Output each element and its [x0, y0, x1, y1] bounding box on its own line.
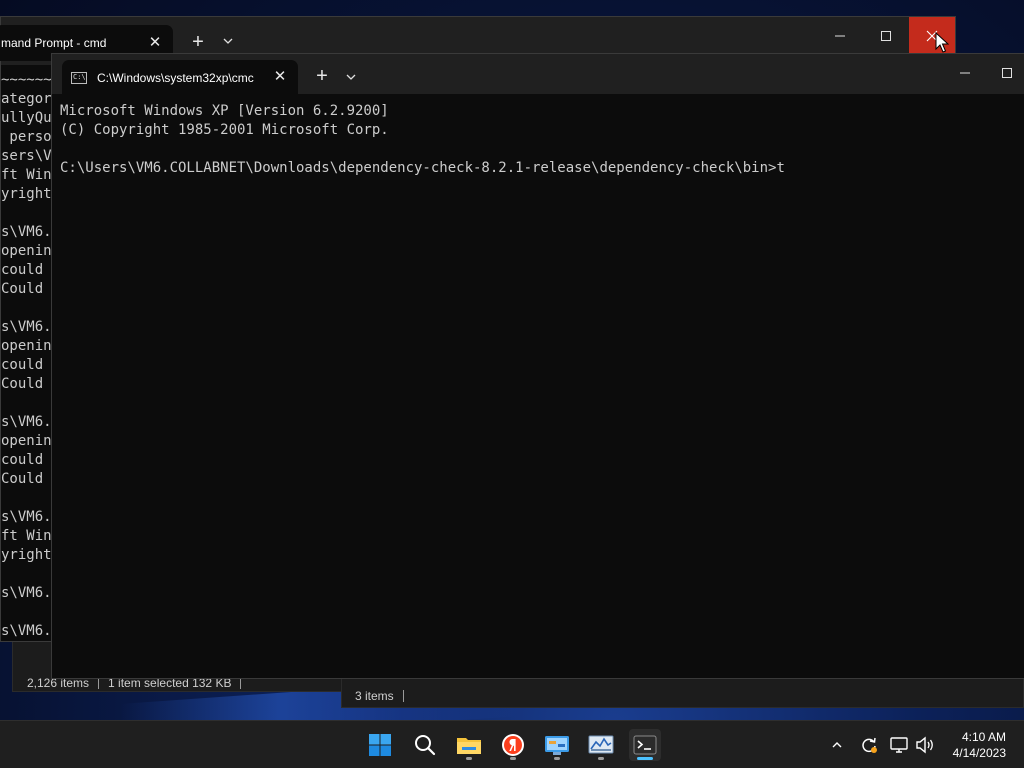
active-indicator	[637, 757, 653, 760]
running-indicator	[466, 757, 472, 760]
close-tab-icon[interactable]: ✕	[144, 32, 166, 54]
yandex-browser-icon[interactable]	[497, 729, 529, 761]
items-count: 3 items	[355, 689, 394, 703]
chevron-down-icon[interactable]	[345, 71, 357, 83]
tab-cmd[interactable]: C:\Windows\system32xp\cmc ✕	[62, 60, 298, 94]
network-icon[interactable]	[888, 733, 912, 757]
terminal-window-front[interactable]: C:\Windows\system32xp\cmc ✕ + Microsoft …	[51, 53, 1024, 679]
running-indicator	[598, 757, 604, 760]
maximize-button[interactable]	[863, 19, 909, 53]
cmd-icon	[71, 72, 87, 84]
terminal-line: Microsoft Windows XP [Version 6.2.9200]	[60, 103, 389, 119]
minimize-icon	[960, 72, 970, 74]
title-bar[interactable]: C:\Windows\system32xp\cmc ✕ +	[52, 54, 1024, 94]
running-indicator	[510, 757, 516, 760]
maximize-icon	[1001, 68, 1012, 78]
chevron-up-icon[interactable]	[825, 733, 849, 757]
terminal-line: (C) Copyright 1985-2001 Microsoft Corp.	[60, 122, 389, 138]
status-separator	[402, 690, 404, 702]
resource-monitor-icon[interactable]	[585, 729, 617, 761]
running-indicator	[554, 757, 560, 760]
explorer-status-bar-right: 3 items	[355, 689, 413, 703]
control-panel-icon[interactable]	[541, 729, 573, 761]
update-icon[interactable]	[857, 733, 881, 757]
maximize-button[interactable]	[988, 56, 1024, 90]
close-tab-icon[interactable]: ✕	[269, 66, 291, 88]
search-icon[interactable]	[409, 729, 441, 761]
terminal-icon[interactable]	[629, 729, 661, 761]
clock[interactable]: 4:10 AM 4/14/2023	[953, 729, 1006, 761]
clock-date: 4/14/2023	[952, 746, 1006, 760]
chevron-down-icon[interactable]	[222, 35, 234, 47]
minimize-button[interactable]	[817, 19, 863, 53]
taskbar: 4:10 AM 4/14/2023	[0, 720, 1024, 768]
clock-time: 4:10 AM	[961, 730, 1006, 744]
tab-label: mand Prompt - cmd	[1, 36, 107, 50]
volume-icon[interactable]	[913, 733, 937, 757]
new-tab-button[interactable]: +	[314, 66, 330, 86]
maximize-icon	[881, 31, 891, 41]
mouse-cursor-icon	[935, 31, 950, 54]
minimize-icon	[835, 35, 845, 37]
terminal-line: C:\Users\VM6.COLLABNET\Downloads\depende…	[60, 160, 785, 176]
tab-label: C:\Windows\system32xp\cmc	[97, 71, 254, 85]
file-explorer-icon[interactable]	[453, 729, 485, 761]
start-icon[interactable]	[364, 729, 396, 761]
terminal-output[interactable]: Microsoft Windows XP [Version 6.2.9200] (…	[60, 102, 785, 178]
minimize-button[interactable]	[942, 56, 988, 90]
new-tab-button[interactable]: +	[190, 32, 206, 52]
